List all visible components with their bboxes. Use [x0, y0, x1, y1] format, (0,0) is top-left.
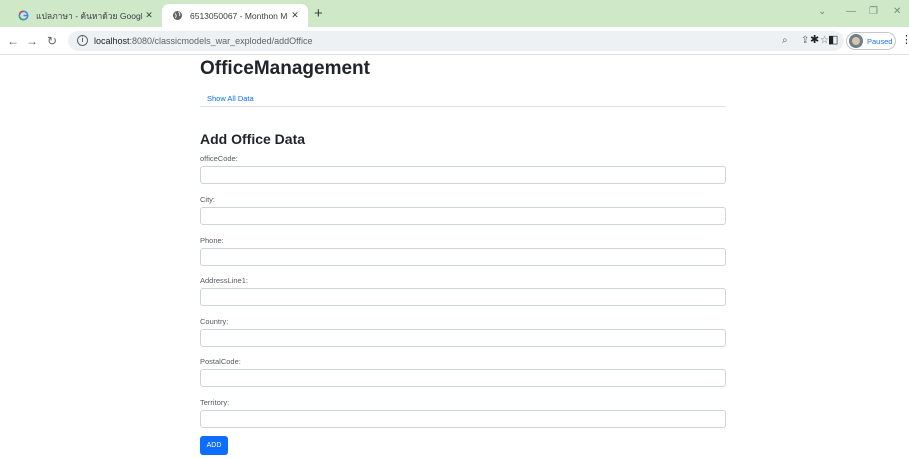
address-bar[interactable]: i localhost:8080/classicmodels_war_explo… — [68, 31, 844, 51]
phone-label: Phone: — [200, 236, 224, 245]
side-panel-icon[interactable]: ◧ — [828, 34, 838, 47]
city-input[interactable] — [200, 207, 726, 225]
site-info-icon[interactable]: i — [77, 35, 88, 46]
globe-icon — [172, 10, 183, 21]
browser-tab-translate[interactable]: แปลภาษา - ค้นหาด้วย Google ✕ — [8, 4, 162, 27]
postal-code-label: PostalCode: — [200, 357, 241, 366]
address-line1-input[interactable] — [200, 288, 726, 306]
territory-label: Territory: — [200, 398, 230, 407]
url-path: :8080/classicmodels_war_exploded/addOffi… — [129, 36, 313, 46]
close-tab-icon[interactable]: ✕ — [142, 10, 156, 21]
browser-tab-office[interactable]: 6513050067 - Monthon Mukkun ✕ — [162, 4, 308, 27]
share-icon[interactable]: ⇪ — [801, 35, 809, 47]
browser-toolbar: ← → ↻ i localhost:8080/classicmodels_war… — [0, 27, 909, 55]
postal-code-input[interactable] — [200, 369, 726, 387]
close-window-icon[interactable]: ✕ — [893, 6, 901, 18]
page-title: OfficeManagement — [200, 58, 370, 79]
add-button[interactable]: ADD — [200, 436, 228, 455]
office-code-label: officeCode: — [200, 154, 238, 163]
back-arrow-icon[interactable]: ← — [7, 34, 19, 48]
minimize-icon[interactable]: — — [846, 6, 856, 18]
close-tab-icon[interactable]: ✕ — [288, 10, 302, 21]
tab-title: 6513050067 - Monthon Mukkun — [190, 10, 288, 21]
tab-search-chevron-icon[interactable]: ⌄ — [818, 6, 826, 18]
tab-title: แปลภาษา - ค้นหาด้วย Google — [36, 10, 142, 21]
address-line1-label: AddressLine1: — [200, 276, 248, 285]
url-text[interactable]: localhost:8080/classicmodels_war_explode… — [94, 35, 312, 47]
profile-status-label: Paused — [867, 36, 893, 46]
section-title: Add Office Data — [200, 131, 306, 147]
zoom-icon[interactable]: ⌕ — [782, 35, 788, 47]
profile-button[interactable]: Paused — [846, 32, 896, 50]
new-tab-plus-icon[interactable]: + — [314, 5, 323, 23]
reload-icon[interactable]: ↻ — [47, 34, 57, 48]
forward-arrow-icon[interactable]: → — [26, 34, 38, 48]
extensions-puzzle-icon[interactable]: ✱ — [810, 34, 819, 47]
territory-input[interactable] — [200, 410, 726, 428]
country-input[interactable] — [200, 329, 726, 347]
avatar — [849, 34, 863, 48]
city-label: City: — [200, 195, 215, 204]
url-host: localhost — [94, 36, 130, 46]
office-code-input[interactable] — [200, 166, 726, 184]
google-g-icon — [18, 10, 29, 21]
phone-input[interactable] — [200, 248, 726, 266]
restore-icon[interactable]: ❐ — [869, 6, 878, 18]
nav-divider — [200, 106, 726, 107]
more-menu-icon[interactable]: ⋮ — [901, 34, 909, 47]
browser-tab-strip: แปลภาษา - ค้นหาด้วย Google ✕ 6513050067 … — [0, 0, 909, 27]
country-label: Country: — [200, 317, 229, 326]
show-all-data-link[interactable]: Show All Data — [207, 94, 254, 103]
